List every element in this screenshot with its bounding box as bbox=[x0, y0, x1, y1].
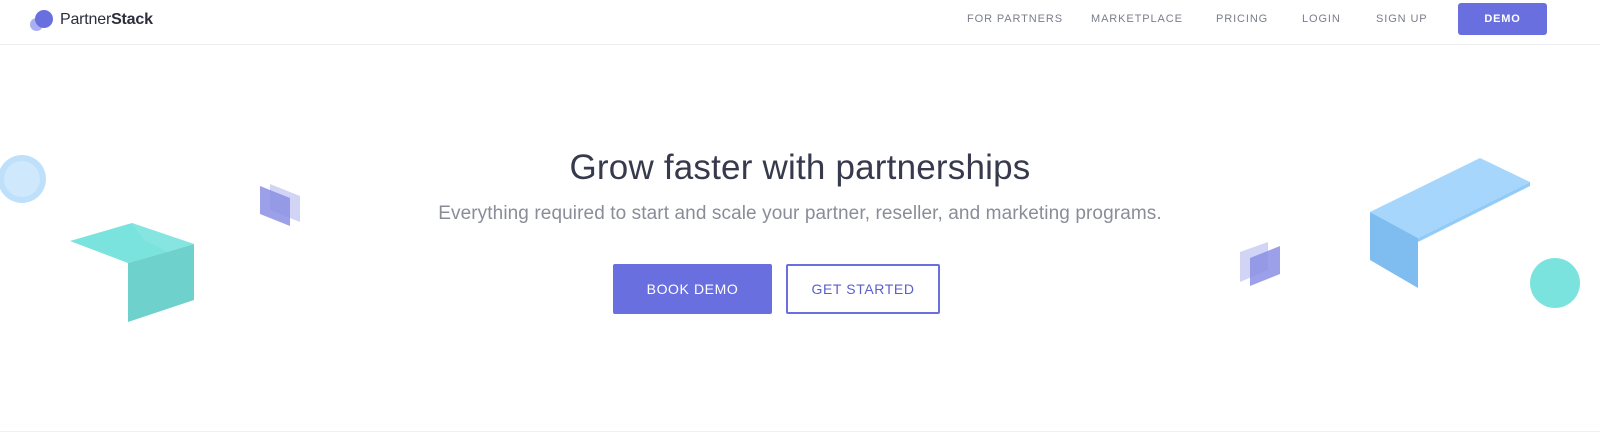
nav-link-for-partners[interactable]: FOR PARTNERS bbox=[967, 13, 1063, 25]
purple-panels-decoration-right bbox=[1240, 242, 1280, 286]
top-navigation-bar: PartnerStack FOR PARTNERS MARKETPLACE PR… bbox=[0, 0, 1600, 45]
partnerstack-logo-icon bbox=[30, 8, 54, 32]
nav-link-marketplace[interactable]: MARKETPLACE bbox=[1091, 13, 1183, 25]
blue-block-decoration bbox=[1370, 158, 1530, 288]
nav-link-sign-up[interactable]: SIGN UP bbox=[1376, 13, 1428, 25]
blue-circle-decoration bbox=[0, 155, 46, 203]
nav-link-pricing[interactable]: PRICING bbox=[1216, 13, 1268, 25]
hero-title: Grow faster with partnerships bbox=[569, 148, 1031, 187]
brand-name-part1: Partner bbox=[60, 11, 112, 28]
get-started-button[interactable]: GET STARTED bbox=[786, 264, 940, 314]
nav-link-login[interactable]: LOGIN bbox=[1302, 13, 1341, 25]
book-demo-button[interactable]: BOOK DEMO bbox=[613, 264, 772, 314]
teal-circle-decoration bbox=[1530, 258, 1580, 308]
brand-name: PartnerStack bbox=[60, 11, 153, 29]
hero-subtitle: Everything required to start and scale y… bbox=[438, 203, 1162, 224]
page: PartnerStack FOR PARTNERS MARKETPLACE PR… bbox=[0, 0, 1600, 432]
teal-block-decoration bbox=[70, 223, 194, 322]
partnerstack-logo[interactable]: PartnerStack bbox=[30, 5, 153, 35]
brand-name-part2: Stack bbox=[111, 11, 153, 28]
purple-panels-decoration-left bbox=[260, 184, 300, 226]
demo-button[interactable]: DEMO bbox=[1458, 3, 1547, 35]
